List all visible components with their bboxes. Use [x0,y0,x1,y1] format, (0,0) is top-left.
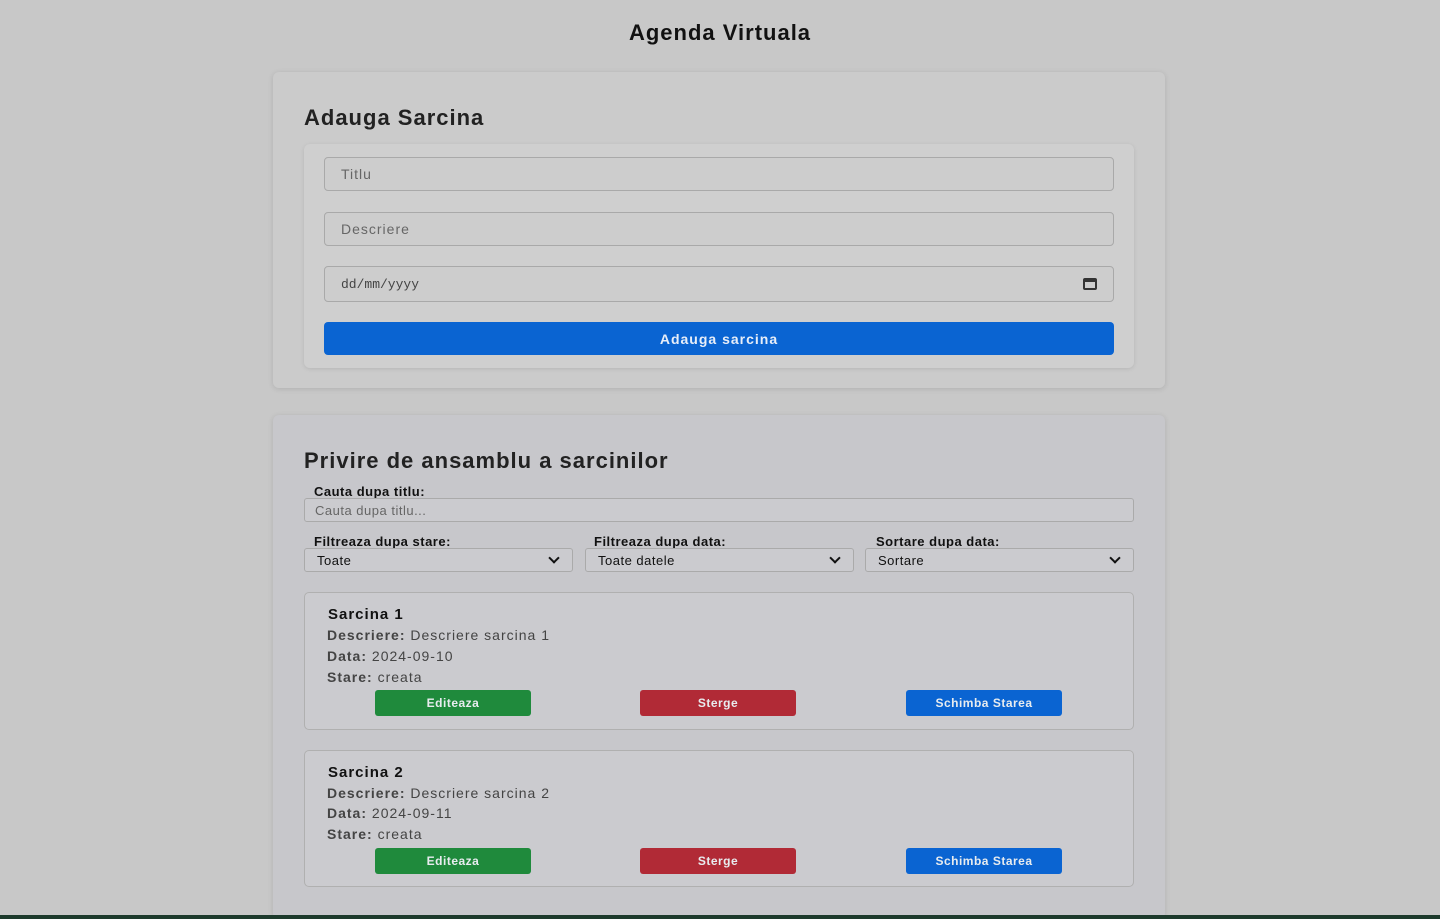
filter-state-label: Filtreaza dupa stare: [314,534,451,549]
description-label: Descriere: [327,785,406,801]
overview-heading: Privire de ansamblu a sarcinilor [304,448,669,473]
filter-date-label: Filtreaza dupa data: [594,534,727,549]
task-card: Sarcina 1 Descriere: Descriere sarcina 1… [304,592,1134,730]
delete-button[interactable]: Sterge [640,848,796,874]
task-state-value: creata [377,826,423,842]
task-card: Sarcina 2 Descriere: Descriere sarcina 2… [304,750,1134,887]
filter-date-select[interactable]: Toate datele [585,548,854,572]
date-input[interactable]: dd/mm/yyyy [324,266,1114,302]
title-input[interactable] [324,157,1114,191]
task-description: Descriere: Descriere sarcina 1 [327,627,550,643]
filter-state-select[interactable]: Toate [304,548,573,572]
chevron-down-icon [829,552,841,564]
search-input[interactable] [304,498,1134,522]
date-placeholder: dd/mm/yyyy [341,276,420,292]
task-date-value: 2024-09-11 [371,805,453,821]
add-task-form: dd/mm/yyyy Adauga sarcina [304,144,1134,368]
add-task-button[interactable]: Adauga sarcina [324,322,1114,355]
task-description-value: Descriere sarcina 1 [410,627,550,643]
window-bottom-edge [0,915,1440,919]
filter-date-value: Toate datele [598,552,675,568]
task-title: Sarcina 2 [328,764,404,781]
state-label: Stare: [327,826,373,842]
app-title: Agenda Virtuala [628,20,812,45]
task-state-value: creata [377,669,423,685]
task-date-value: 2024-09-10 [371,648,454,664]
change-state-button[interactable]: Schimba Starea [906,848,1062,874]
date-label: Data: [327,648,368,664]
chevron-down-icon [548,552,560,564]
sort-date-select[interactable]: Sortare [865,548,1134,572]
page: Agenda Virtuala Adauga Sarcina dd/mm/yyy… [0,0,1440,919]
task-state: Stare: creata [327,826,423,842]
sort-date-value: Sortare [878,552,925,568]
calendar-icon[interactable] [1083,278,1097,290]
task-description: Descriere: Descriere sarcina 2 [327,785,550,801]
add-task-card: Adauga Sarcina dd/mm/yyyy Adauga sarcina [273,72,1165,388]
task-date: Data: 2024-09-10 [327,648,454,664]
task-overview-card: Privire de ansamblu a sarcinilor Cauta d… [273,415,1165,919]
edit-button[interactable]: Editeaza [375,690,531,716]
date-label: Data: [327,805,368,821]
task-title: Sarcina 1 [328,606,404,623]
description-input[interactable] [324,212,1114,246]
description-label: Descriere: [327,627,406,643]
task-description-value: Descriere sarcina 2 [410,785,550,801]
search-label: Cauta dupa titlu: [314,484,426,499]
state-label: Stare: [327,669,373,685]
task-date: Data: 2024-09-11 [327,805,452,821]
add-task-heading: Adauga Sarcina [304,105,485,130]
sort-date-label: Sortare dupa data: [876,534,1000,549]
delete-button[interactable]: Sterge [640,690,796,716]
chevron-down-icon [1109,552,1121,564]
filter-state-value: Toate [317,552,352,568]
change-state-button[interactable]: Schimba Starea [906,690,1062,716]
task-state: Stare: creata [327,669,423,685]
edit-button[interactable]: Editeaza [375,848,531,874]
